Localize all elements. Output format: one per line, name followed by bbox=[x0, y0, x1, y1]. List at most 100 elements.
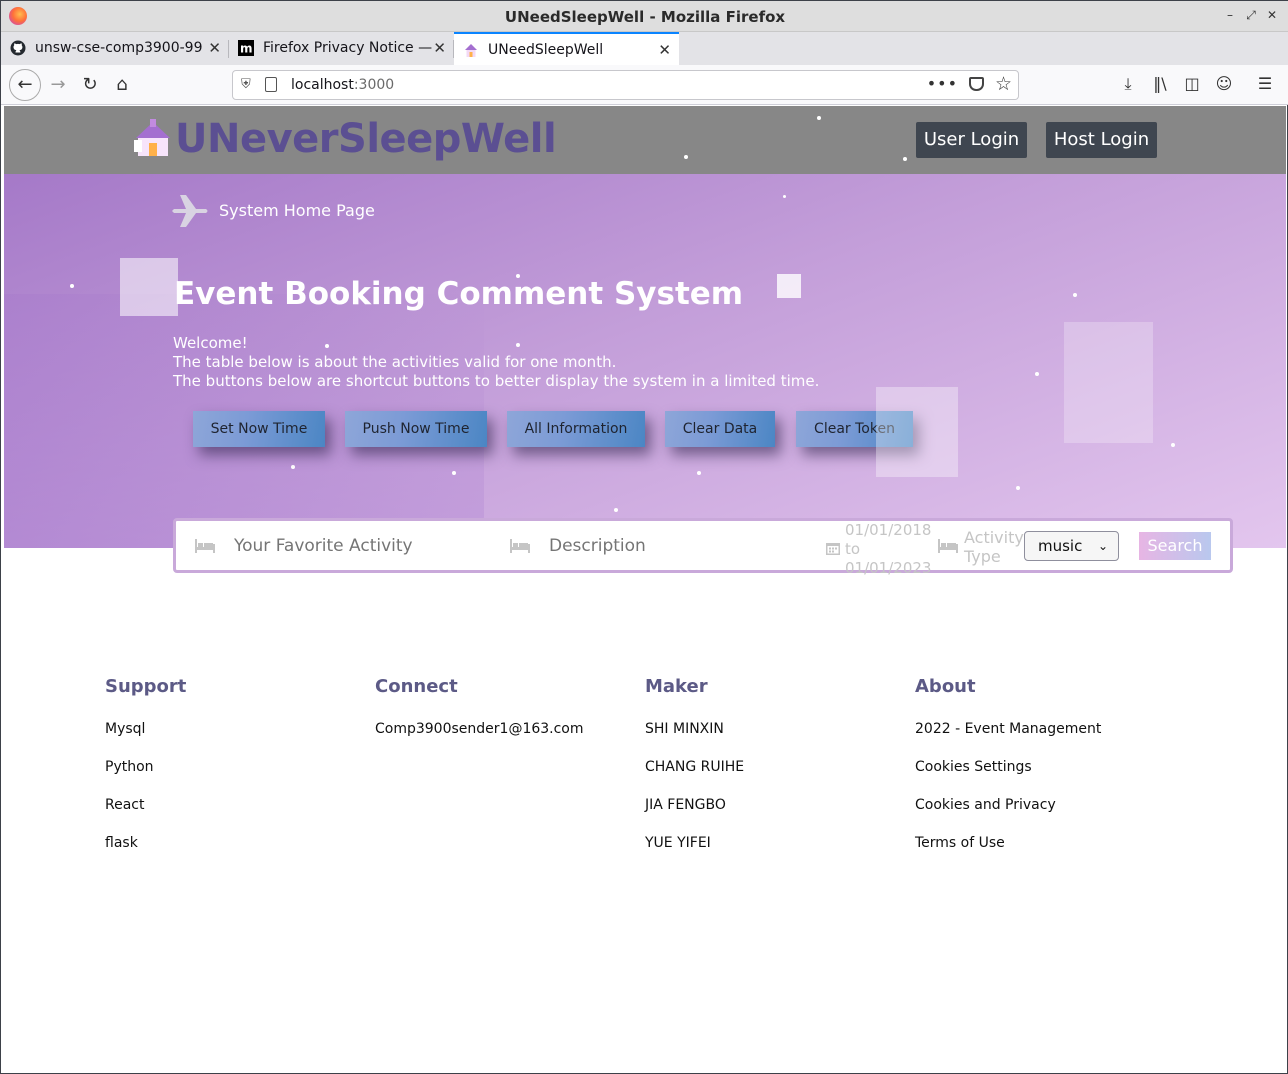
date-separator: to bbox=[845, 540, 861, 558]
account-icon[interactable]: ☺ bbox=[1213, 73, 1235, 95]
activity-type-label-line: Activity bbox=[964, 528, 1024, 547]
tab-github[interactable]: unsw-cse-comp3900-99 ✕ bbox=[1, 32, 229, 64]
bed-icon bbox=[195, 539, 215, 553]
star-decoration bbox=[1035, 372, 1039, 376]
star-decoration bbox=[452, 471, 456, 475]
close-tab-icon[interactable]: ✕ bbox=[433, 32, 446, 64]
footer-link[interactable]: React bbox=[105, 797, 365, 816]
house-logo-icon[interactable] bbox=[132, 118, 174, 158]
minimize-icon[interactable]: – bbox=[1222, 7, 1238, 23]
favorite-activity-input[interactable] bbox=[234, 536, 474, 556]
library-icon[interactable]: ‖\ bbox=[1149, 73, 1171, 95]
footer-heading: Connect bbox=[375, 676, 458, 697]
date-from: 01/01/2018 bbox=[845, 521, 932, 539]
clear-data-button[interactable]: Clear Data bbox=[665, 411, 775, 447]
sidebar-icon[interactable]: ◫ bbox=[1181, 73, 1203, 95]
calendar-icon bbox=[826, 543, 840, 555]
brand-name[interactable]: UNeverSleepWell bbox=[175, 116, 557, 162]
footer-link[interactable]: Mysql bbox=[105, 721, 365, 740]
bed-icon bbox=[938, 539, 958, 553]
footer-link[interactable]: Cookies Settings bbox=[915, 759, 1175, 778]
tab-label: unsw-cse-comp3900-99 bbox=[35, 40, 203, 56]
footer-heading: Maker bbox=[645, 676, 708, 697]
page-actions-icon[interactable]: ••• bbox=[927, 74, 958, 93]
maximize-icon[interactable]: ⤢ bbox=[1243, 7, 1259, 23]
hero-section: System Home Page Event Booking Comment S… bbox=[4, 174, 1286, 548]
pocket-icon[interactable] bbox=[969, 77, 984, 91]
url-port: :3000 bbox=[353, 77, 395, 93]
description-line: The buttons below are shortcut buttons t… bbox=[173, 372, 820, 390]
site-header: UNeverSleepWell User Login Host Login bbox=[4, 106, 1286, 174]
footer-link[interactable]: Terms of Use bbox=[915, 835, 1175, 854]
url-host: localhost bbox=[291, 77, 354, 93]
set-now-time-button[interactable]: Set Now Time bbox=[193, 411, 325, 447]
footer-maker-name: JIA FENGBO bbox=[645, 797, 726, 813]
downloads-icon[interactable]: ⤓ bbox=[1117, 73, 1139, 95]
star-decoration bbox=[1073, 293, 1077, 297]
back-arrow-icon[interactable]: ← bbox=[9, 69, 41, 101]
star-decoration bbox=[684, 155, 688, 159]
tab-label: Firefox Privacy Notice — bbox=[263, 40, 433, 56]
star-decoration bbox=[697, 471, 701, 475]
breadcrumb[interactable]: System Home Page bbox=[219, 201, 375, 220]
shield-icon[interactable]: ⛨ bbox=[241, 77, 251, 92]
hero-description: Welcome! The table below is about the ac… bbox=[173, 334, 819, 391]
reload-icon[interactable]: ↻ bbox=[76, 72, 104, 98]
window-title: UNeedSleepWell - Mozilla Firefox bbox=[504, 8, 786, 26]
activity-type-label-line: Type bbox=[964, 547, 1001, 566]
close-window-icon[interactable]: ✕ bbox=[1264, 7, 1280, 23]
title-bar: UNeedSleepWell - Mozilla Firefox – ⤢ ✕ bbox=[1, 1, 1288, 32]
footer-support-column: Support Mysql Python React flask bbox=[105, 676, 365, 854]
close-tab-icon[interactable]: ✕ bbox=[208, 32, 221, 64]
star-decoration bbox=[783, 195, 786, 198]
description-line: The table below is about the activities … bbox=[173, 353, 617, 371]
menu-icon[interactable]: ☰ bbox=[1254, 73, 1276, 95]
description-input[interactable] bbox=[549, 536, 809, 556]
welcome-text: Welcome! bbox=[173, 334, 248, 352]
activity-type-label: Activity Type bbox=[964, 528, 1024, 566]
navigation-toolbar: ← → ↻ ⌂ ⛨ localhost:3000 ••• ☆ ⤓ ‖\ ◫ ☺ … bbox=[1, 65, 1288, 105]
footer-maker-name: SHI MINXIN bbox=[645, 721, 724, 737]
footer-about-column: About 2022 - Event Management Cookies Se… bbox=[915, 676, 1175, 854]
search-button[interactable]: Search bbox=[1139, 532, 1211, 560]
star-decoration bbox=[614, 508, 618, 512]
footer-link[interactable]: Python bbox=[105, 759, 365, 778]
tab-uneedsleepwell[interactable]: UNeedSleepWell ✕ bbox=[454, 32, 679, 65]
user-login-button[interactable]: User Login bbox=[916, 122, 1027, 158]
airplane-icon bbox=[172, 195, 208, 227]
activity-type-select[interactable]: music ⌄ bbox=[1024, 531, 1119, 561]
url-bar[interactable]: ⛨ localhost:3000 ••• ☆ bbox=[232, 70, 1019, 100]
tab-strip: unsw-cse-comp3900-99 ✕ m Firefox Privacy… bbox=[1, 32, 1288, 90]
bed-icon bbox=[510, 539, 530, 553]
web-page: UNeverSleepWell User Login Host Login Sy… bbox=[4, 106, 1286, 1072]
star-decoration bbox=[817, 116, 821, 120]
square-decoration bbox=[876, 387, 958, 477]
footer-link[interactable]: flask bbox=[105, 835, 365, 854]
footer-link[interactable]: Cookies and Privacy bbox=[915, 797, 1175, 816]
footer-heading: Support bbox=[105, 676, 187, 697]
square-decoration bbox=[120, 258, 178, 316]
push-now-time-button[interactable]: Push Now Time bbox=[345, 411, 487, 447]
all-information-button[interactable]: All Information bbox=[507, 411, 645, 447]
footer-maker-name: CHANG RUIHE bbox=[645, 759, 745, 775]
square-decoration bbox=[1064, 322, 1153, 443]
footer-connect-column: Connect Comp3900sender1@163.com bbox=[375, 676, 635, 740]
footer-link[interactable]: 2022 - Event Management bbox=[915, 721, 1175, 740]
home-icon[interactable]: ⌂ bbox=[108, 72, 136, 98]
tab-privacy-notice[interactable]: m Firefox Privacy Notice — ✕ bbox=[229, 32, 454, 64]
url-text[interactable]: localhost:3000 bbox=[291, 77, 394, 93]
search-bar: 01/01/2018 to 01/01/2023 Activity Type m… bbox=[173, 518, 1233, 577]
host-login-button[interactable]: Host Login bbox=[1046, 122, 1157, 158]
date-to: 01/01/2023 bbox=[845, 559, 932, 577]
mozilla-icon: m bbox=[238, 40, 254, 56]
close-tab-icon[interactable]: ✕ bbox=[658, 34, 671, 65]
forward-arrow-icon[interactable]: → bbox=[44, 72, 72, 98]
footer-email-link[interactable]: Comp3900sender1@163.com bbox=[375, 721, 635, 740]
page-title: Event Booking Comment System bbox=[174, 276, 744, 312]
page-icon bbox=[265, 77, 277, 92]
footer-heading: About bbox=[915, 676, 976, 697]
date-range-picker[interactable]: 01/01/2018 to 01/01/2023 bbox=[845, 521, 931, 578]
bookmark-star-icon[interactable]: ☆ bbox=[995, 73, 1012, 95]
star-decoration bbox=[903, 157, 907, 161]
house-favicon-icon bbox=[465, 44, 477, 57]
